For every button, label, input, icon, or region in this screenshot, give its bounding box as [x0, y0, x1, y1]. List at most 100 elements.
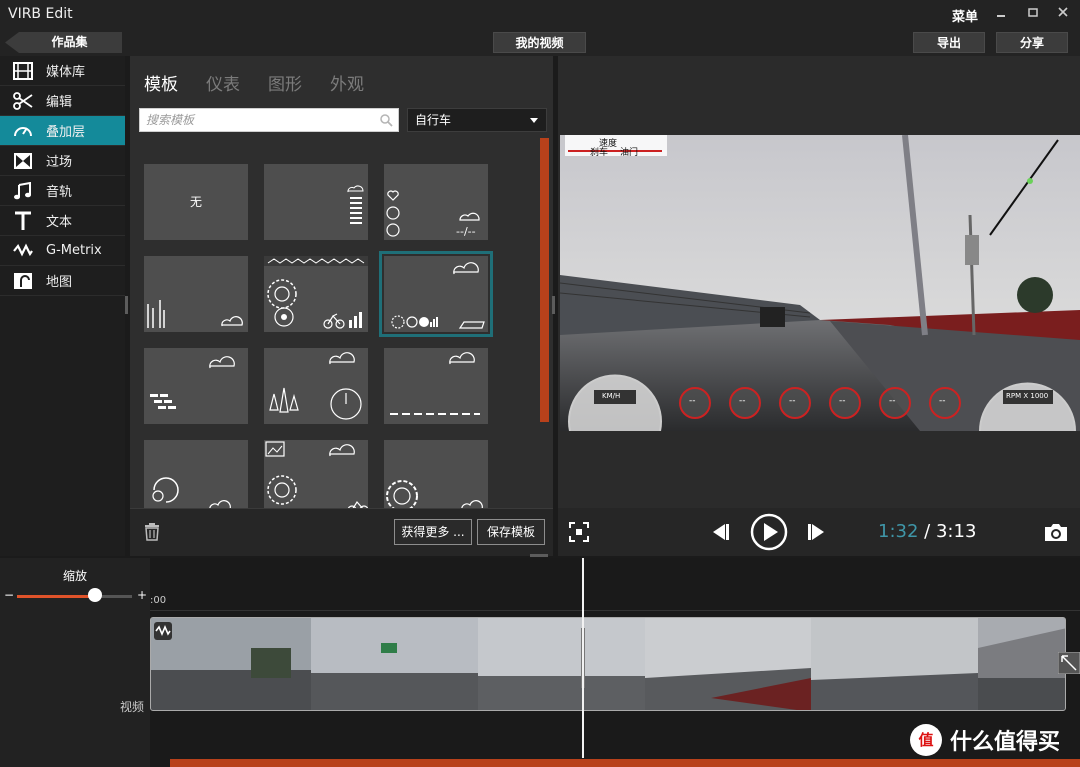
zoom-slider[interactable] — [17, 595, 132, 598]
gauge-value: -- — [839, 396, 846, 406]
template-tile-selected[interactable] — [379, 251, 493, 337]
tab-templates[interactable]: 模板 — [144, 70, 178, 95]
sidebar-item-map[interactable]: 地图 — [0, 266, 125, 296]
dropdown-value: 自行车 — [415, 113, 452, 127]
top-toolbar: 作品集 我的视频 导出 分享 — [0, 30, 1080, 56]
gauge-value: -- — [739, 396, 746, 406]
timeline-ruler — [150, 610, 1080, 611]
time-separator: / — [924, 521, 931, 542]
title-bar: VIRB Edit 菜单 — [0, 0, 1080, 30]
share-button[interactable]: 分享 — [996, 32, 1068, 53]
sidebar-item-label: 地图 — [46, 275, 73, 290]
template-panel: 模板 仪表 图形 外观 自行车 无 --/-- — [130, 56, 553, 556]
play-icon[interactable] — [750, 513, 788, 555]
sidebar-item-media[interactable]: 媒体库 — [0, 56, 125, 86]
export-button[interactable]: 导出 — [913, 32, 985, 53]
video-frame[interactable]: 速度 刹车 油门 KM/H RPM X 1000 -- -- -- -- -- … — [560, 135, 1080, 431]
trash-icon[interactable] — [144, 523, 160, 545]
sidebar-item-text[interactable]: 文本 — [0, 206, 125, 236]
minimize-icon[interactable] — [992, 5, 1010, 23]
video-clip[interactable] — [150, 617, 1066, 711]
timeline-scrollbar[interactable] — [170, 759, 1080, 767]
sidebar-item-edit[interactable]: 编辑 — [0, 86, 125, 116]
player-controls: 1:32 / 3:13 — [558, 508, 1080, 556]
template-panel-footer: 获得更多 ... 保存模板 — [130, 508, 553, 556]
fullscreen-icon[interactable] — [569, 522, 589, 546]
music-note-icon — [0, 181, 46, 200]
tab-appearance[interactable]: 外观 — [330, 70, 364, 95]
timeline-resize-handle[interactable] — [530, 554, 548, 557]
template-tile[interactable] — [264, 164, 368, 240]
next-frame-icon[interactable] — [808, 522, 828, 546]
gauge-value: -- — [939, 396, 946, 406]
template-tile[interactable] — [384, 348, 488, 424]
template-tile[interactable]: --/-- — [384, 164, 488, 240]
sidebar-item-label: 过场 — [46, 155, 73, 170]
gauge-value: -- — [689, 396, 696, 406]
get-more-button[interactable]: 获得更多 ... — [394, 519, 472, 545]
clip-trim-handle-icon[interactable] — [1057, 651, 1080, 678]
zoom-out-button[interactable]: − — [4, 588, 14, 602]
template-tile[interactable] — [144, 348, 248, 424]
sidebar-item-audio[interactable]: 音轨 — [0, 176, 125, 206]
zoom-slider-fill — [17, 595, 96, 598]
transition-icon — [0, 152, 46, 170]
tab-graphics[interactable]: 图形 — [268, 70, 302, 95]
sidebar-item-overlays[interactable]: 叠加层 — [0, 116, 125, 146]
tab-gauges[interactable]: 仪表 — [206, 70, 240, 95]
sidebar-item-g-metrix[interactable]: G-Metrix — [0, 236, 125, 266]
sidebar: 媒体库 编辑 叠加层 过场 音轨 文本 G-Metrix 地图 — [0, 56, 125, 556]
g-metrix-icon — [154, 622, 172, 644]
scissors-icon — [0, 91, 46, 110]
back-to-collections-button[interactable]: 作品集 — [5, 32, 122, 53]
menu-button[interactable]: 菜单 — [952, 6, 978, 25]
template-grid: 无 --/-- — [130, 138, 553, 508]
maximize-icon[interactable] — [1024, 5, 1042, 23]
template-tile[interactable] — [264, 440, 368, 508]
watermark: 值 什么值得买 — [910, 724, 1060, 756]
search-icon[interactable] — [380, 114, 393, 131]
map-icon — [0, 272, 46, 290]
sidebar-item-label: 叠加层 — [46, 125, 86, 140]
activity-filter-dropdown[interactable]: 自行车 — [407, 108, 547, 132]
close-icon[interactable] — [1054, 5, 1072, 23]
template-tile[interactable] — [144, 440, 248, 508]
template-scrollbar[interactable] — [540, 138, 549, 422]
gauge-icon — [0, 122, 46, 140]
overlay-brake-label: 刹车 — [590, 148, 609, 158]
zoom-slider-knob[interactable] — [88, 588, 103, 602]
sidebar-resize-handle[interactable] — [125, 296, 128, 314]
camera-icon[interactable] — [1043, 522, 1069, 546]
previous-frame-icon[interactable] — [709, 522, 729, 546]
zoom-label: 缩放 — [62, 569, 87, 583]
search-input[interactable] — [140, 109, 370, 131]
panel-resize-handle[interactable] — [552, 296, 555, 314]
overlay-throttle-label: 油门 — [620, 148, 639, 158]
template-tile-none[interactable]: 无 — [144, 164, 248, 240]
my-video-button[interactable]: 我的视频 — [493, 32, 586, 53]
template-tile[interactable] — [264, 348, 368, 424]
timeline: 缩放 − + 视频 :00 值 什么值得买 — [0, 554, 1080, 767]
template-tile[interactable] — [264, 256, 368, 332]
speed-gauge-unit: KM/H — [602, 392, 621, 400]
template-tabs: 模板 仪表 图形 外观 — [144, 70, 364, 95]
template-search — [139, 108, 399, 132]
sidebar-item-transitions[interactable]: 过场 — [0, 146, 125, 176]
rpm-gauge-unit: RPM X 1000 — [1006, 392, 1049, 400]
save-template-button[interactable]: 保存模板 — [477, 519, 545, 545]
chevron-down-icon — [530, 118, 538, 123]
g-metrix-icon — [0, 242, 46, 260]
template-tile[interactable] — [384, 440, 488, 508]
playhead[interactable] — [582, 558, 584, 758]
sidebar-item-label: 音轨 — [46, 185, 73, 200]
zoom-in-button[interactable]: + — [137, 588, 147, 602]
template-tile[interactable] — [144, 256, 248, 332]
gauge-value: -- — [789, 396, 796, 406]
total-time: 3:13 — [935, 521, 977, 542]
text-icon — [0, 211, 46, 231]
video-preview-panel: 速度 刹车 油门 KM/H RPM X 1000 -- -- -- -- -- … — [558, 56, 1080, 556]
watermark-logo: 值 — [910, 724, 942, 756]
watermark-text: 什么值得买 — [950, 730, 1061, 755]
video-track-label: 视频 — [120, 700, 145, 714]
time-display: 1:32 / 3:13 — [878, 521, 976, 542]
